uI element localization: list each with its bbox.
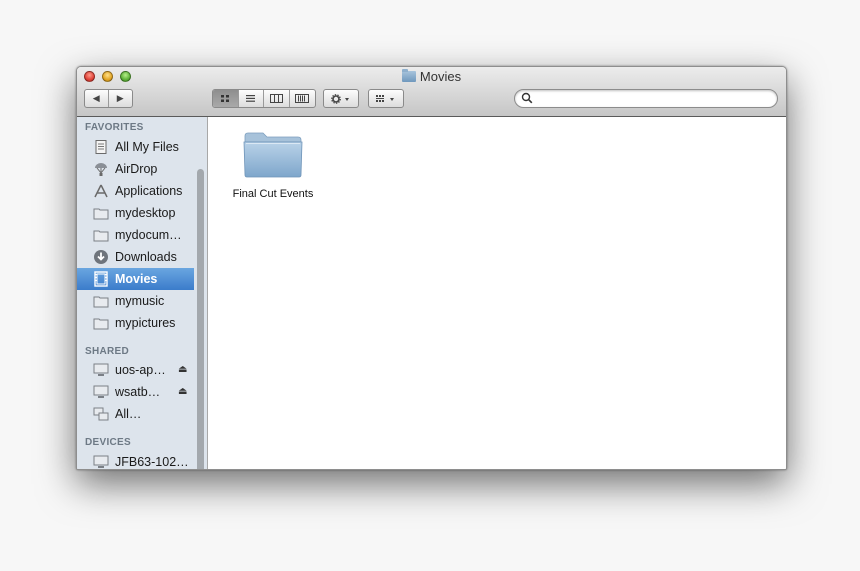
sidebar-item-device[interactable]: JFB63-102… <box>77 451 194 469</box>
downloads-icon <box>93 249 109 265</box>
folder-icon <box>401 69 416 82</box>
window-title: Movies <box>77 69 786 85</box>
finder-window: Movies ◀ ▶ FAVORITES All My Files AirDro… <box>76 66 787 470</box>
applications-icon <box>93 183 109 199</box>
sidebar-item-downloads[interactable]: Downloads <box>77 246 194 268</box>
sidebar-item-label: mydesktop <box>115 206 176 220</box>
icon-view-icon <box>220 95 229 102</box>
sidebar-item-shared-all[interactable]: All… <box>77 403 194 425</box>
all-my-files-icon <box>93 139 109 155</box>
sidebar: FAVORITES All My Files AirDrop Applicati… <box>77 117 208 469</box>
sidebar-item-shared-wsatb[interactable]: wsatb… ⏏ <box>77 381 194 403</box>
eject-icon[interactable]: ⏏ <box>178 387 188 397</box>
folder-name: Final Cut Events <box>232 188 314 200</box>
folder-icon <box>93 293 109 309</box>
eject-icon[interactable]: ⏏ <box>178 365 188 375</box>
list-view-icon <box>246 95 256 102</box>
column-view-button[interactable] <box>264 90 290 107</box>
sidebar-item-label: Movies <box>115 272 158 286</box>
sidebar-item-label: All My Files <box>115 140 179 154</box>
back-forward-control: ◀ ▶ <box>84 89 133 108</box>
window-title-text: Movies <box>419 69 462 84</box>
sidebar-item-label: Downloads <box>115 250 177 264</box>
search-input[interactable] <box>537 91 767 106</box>
sidebar-item-mymusic[interactable]: mymusic <box>77 290 194 312</box>
list-view-button[interactable] <box>239 90 264 107</box>
sidebar-item-applications[interactable]: Applications <box>77 180 194 202</box>
coverflow-view-icon <box>295 94 310 103</box>
arrange-button-face <box>369 90 403 107</box>
sidebar-item-mydocuments[interactable]: mydocum… <box>77 224 194 246</box>
forward-button[interactable]: ▶ <box>109 90 132 107</box>
icon-view-button[interactable] <box>213 90 239 107</box>
network-icon <box>93 406 109 422</box>
title-bar[interactable]: Movies ◀ ▶ <box>77 67 786 117</box>
search-icon <box>521 92 533 104</box>
sidebar-item-label: Applications <box>115 184 183 198</box>
folder-icon <box>93 315 109 331</box>
sidebar-item-label: AirDrop <box>115 162 158 176</box>
gear-icon <box>331 93 349 104</box>
action-menu-button[interactable] <box>323 89 359 108</box>
airdrop-icon <box>93 161 109 177</box>
sidebar-item-airdrop[interactable]: AirDrop <box>77 158 194 180</box>
sidebar-scrollbar[interactable] <box>197 169 204 469</box>
sidebar-item-label: JFB63-102… <box>115 455 189 469</box>
movies-icon <box>93 271 109 287</box>
shared-header: SHARED <box>85 346 130 357</box>
sidebar-item-label: All… <box>115 407 142 421</box>
file-browser-content[interactable]: Final Cut Events <box>208 117 786 469</box>
search-field[interactable] <box>514 89 778 108</box>
sidebar-item-mydesktop[interactable]: mydesktop <box>77 202 194 224</box>
arrange-icon <box>376 94 394 102</box>
sidebar-item-all-my-files[interactable]: All My Files <box>77 136 194 158</box>
folder-icon <box>93 227 109 243</box>
sidebar-item-label: mymusic <box>115 294 165 308</box>
folder-icon <box>93 205 109 221</box>
arrange-menu-button[interactable] <box>368 89 404 108</box>
computer-icon <box>93 362 109 378</box>
devices-header: DEVICES <box>85 437 132 448</box>
computer-icon <box>93 384 109 400</box>
sidebar-item-movies[interactable]: Movies <box>77 268 194 290</box>
sidebar-item-label: mydocum… <box>115 228 182 242</box>
sidebar-item-label: wsatb… <box>115 385 161 399</box>
favorites-header: FAVORITES <box>85 122 144 133</box>
folder-item[interactable]: Final Cut Events <box>225 130 321 200</box>
action-button-face <box>324 90 358 107</box>
column-view-icon <box>269 94 283 103</box>
computer-icon <box>93 454 109 469</box>
coverflow-view-button[interactable] <box>290 90 315 107</box>
sidebar-item-label: uos-ap… <box>115 363 166 377</box>
sidebar-item-mypictures[interactable]: mypictures <box>77 312 194 334</box>
sidebar-item-label: mypictures <box>115 316 176 330</box>
sidebar-item-shared-uos[interactable]: uos-ap… ⏏ <box>77 359 194 381</box>
view-mode-control <box>212 89 316 108</box>
folder-icon <box>243 130 303 178</box>
back-button[interactable]: ◀ <box>85 90 109 107</box>
